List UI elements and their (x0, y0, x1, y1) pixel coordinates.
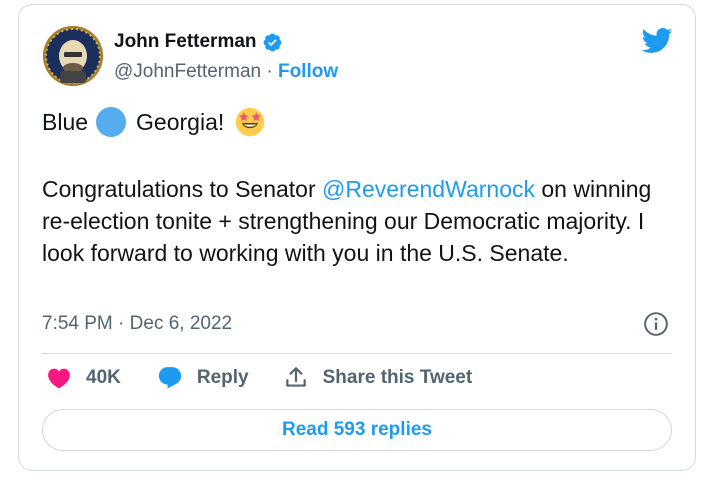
avatar[interactable] (43, 26, 103, 86)
share-label: Share this Tweet (322, 367, 473, 388)
tweet-line1-text-2: Georgia! (136, 109, 225, 135)
display-name[interactable]: John Fetterman (114, 31, 257, 53)
like-button[interactable]: 40K (46, 365, 157, 391)
read-replies-button[interactable]: Read 593 replies (42, 409, 672, 451)
divider (42, 353, 672, 354)
tweet-line1-text: Blue (42, 109, 89, 135)
info-icon[interactable] (643, 311, 669, 337)
tweet-timestamp[interactable]: 7:54 PM · Dec 6, 2022 (42, 313, 232, 335)
tweet-time: 7:54 PM (42, 313, 113, 334)
share-button[interactable]: Share this Tweet (283, 365, 473, 391)
avatar-image (45, 28, 101, 84)
tweet-date: Dec 6, 2022 (129, 313, 233, 334)
reply-bubble-icon (158, 367, 181, 389)
verified-badge-icon (263, 33, 281, 51)
handle-separator: · (266, 61, 273, 82)
tweet-card: John Fetterman @JohnFetterman · Follow B… (18, 4, 696, 471)
twitter-bird-icon[interactable] (640, 27, 673, 54)
reply-label: Reply (196, 367, 249, 388)
meta-separator: · (118, 313, 125, 334)
tweet-body-text: Congratulations to Senator (42, 176, 323, 202)
star-struck-emoji-icon (236, 107, 265, 137)
action-bar: 40K Reply Share this Tweet (46, 365, 472, 391)
tweet-text: Blue Georgia! Congratulations to Senator… (42, 103, 672, 269)
user-handle[interactable]: @JohnFetterman (114, 61, 261, 82)
blue-circle-emoji-icon (96, 107, 127, 137)
like-count: 40K (86, 367, 121, 388)
mention-link[interactable]: @ReverendWarnock (322, 176, 535, 202)
follow-button[interactable]: Follow (278, 61, 338, 82)
heart-icon (48, 368, 70, 389)
reply-button[interactable]: Reply (157, 365, 283, 391)
share-icon (285, 367, 306, 387)
read-replies-label: Read 593 replies (282, 419, 432, 440)
